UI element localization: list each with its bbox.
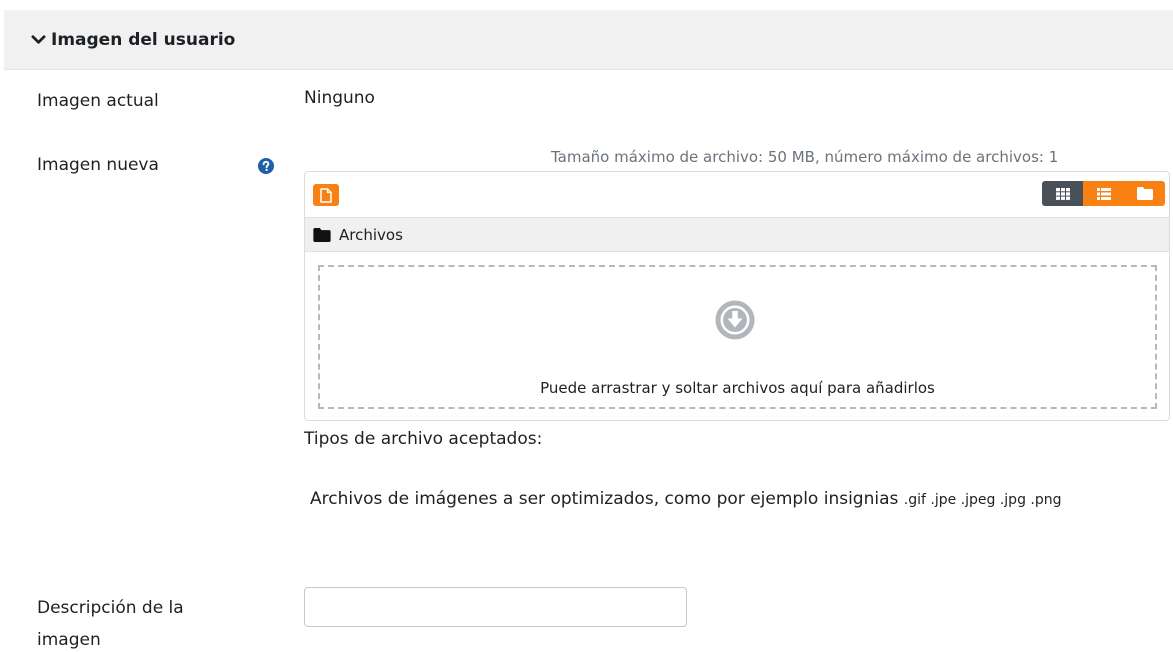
current-image-value: Ninguno [304,88,375,108]
filepicker-toolbar [305,172,1169,214]
file-limit-note: Tamaño máximo de archivo: 50 MB, número … [551,148,1059,166]
arrow-circle-down-icon [715,300,755,340]
list-view-icon [1096,187,1111,200]
section-header-user-image[interactable]: Imagen del usuario [4,10,1173,70]
folder-view-button[interactable] [1124,181,1165,206]
grid-view-button[interactable] [1042,181,1083,206]
section-title: Imagen del usuario [51,29,236,50]
accepted-extensions: .gif .jpe .jpeg .jpg .png [903,492,1062,508]
file-dropzone[interactable]: Puede arrastrar y soltar archivos aquí p… [318,265,1157,409]
add-file-button[interactable] [313,184,339,206]
accepted-types-list: Archivos de imágenes a ser optimizados, … [310,483,1150,516]
image-description-label-line1: Descripción de la [37,598,184,618]
folder-icon [313,227,331,242]
dropzone-text: Puede arrastrar y soltar archivos aquí p… [540,379,935,397]
view-toggle-group [1042,181,1165,206]
list-view-button[interactable] [1083,181,1124,206]
accepted-types-description: Archivos de imágenes a ser optimizados, … [310,489,899,509]
accepted-types-title: Tipos de archivo aceptados: [304,429,543,449]
image-description-label-line2: imagen [37,630,101,650]
path-label-archivos[interactable]: Archivos [339,226,403,244]
grid-view-icon [1055,187,1070,200]
current-image-label: Imagen actual [37,91,159,111]
question-circle-icon[interactable] [258,158,274,174]
filepicker-path-bar: Archivos [305,217,1169,252]
chevron-down-icon[interactable] [31,32,46,47]
image-description-input[interactable] [304,587,687,627]
filepicker: Archivos Puede arrastrar y soltar archiv… [304,171,1170,421]
folder-view-icon [1136,187,1153,200]
file-add-icon [320,187,332,203]
new-image-label: Imagen nueva [37,155,159,175]
